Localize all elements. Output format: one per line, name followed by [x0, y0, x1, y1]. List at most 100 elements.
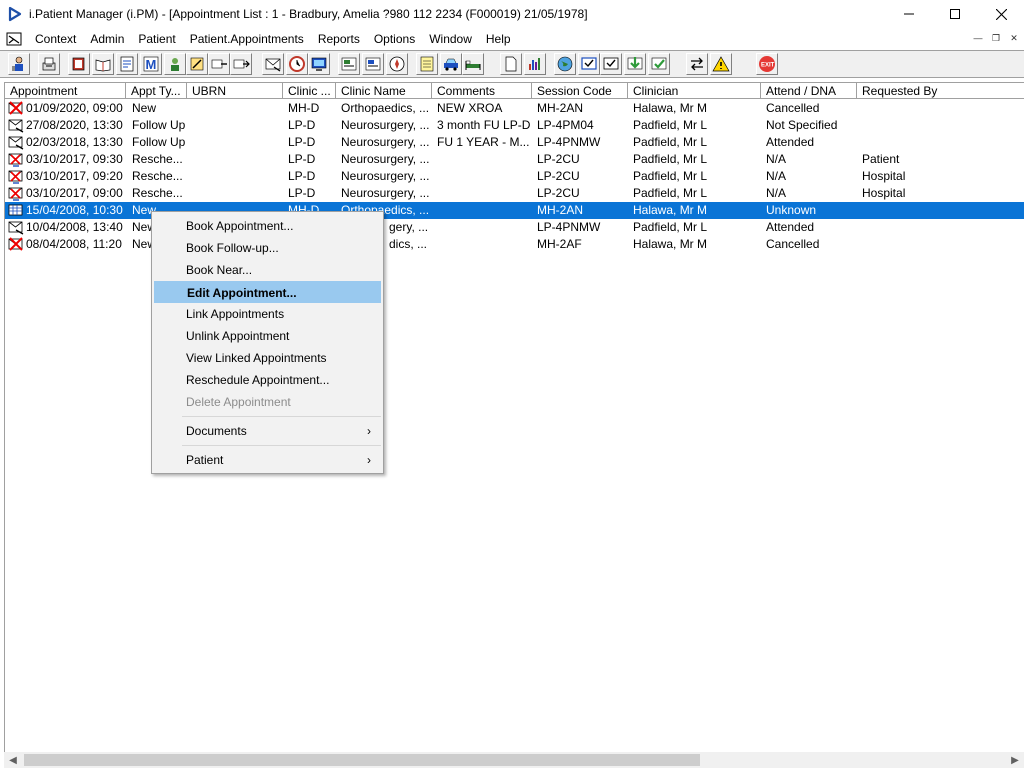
menu-admin[interactable]: Admin — [83, 29, 131, 49]
cell-appointment: 10/04/2008, 13:40 — [26, 220, 123, 234]
menu-help[interactable]: Help — [479, 29, 518, 49]
table-row[interactable]: 01/09/2020, 09:00 New MH-D Orthopaedics, ..… — [5, 100, 1024, 117]
table-row[interactable]: 02/03/2018, 13:30 Follow Up LP-D Neurosurge… — [5, 134, 1024, 151]
cell-appointment: 03/10/2017, 09:20 — [26, 169, 123, 183]
scroll-right-arrow-icon[interactable]: ▶ — [1008, 754, 1022, 766]
tb-card-button[interactable] — [338, 53, 360, 75]
close-button[interactable] — [978, 0, 1024, 28]
cell-comments — [437, 236, 532, 253]
note-icon — [120, 56, 134, 72]
tb-book-button[interactable] — [68, 53, 90, 75]
tb-exit-button[interactable]: EXIT — [756, 53, 778, 75]
tb-compass-button[interactable] — [386, 53, 408, 75]
ctx-menu-item-book-near[interactable]: Book Near... — [154, 259, 381, 281]
tb-card2-button[interactable] — [362, 53, 384, 75]
tb-transfer2-button[interactable] — [230, 53, 252, 75]
menu-patient-appointments[interactable]: Patient.Appointments — [183, 29, 311, 49]
col-session-code[interactable]: Session Code — [532, 83, 628, 99]
cell-session-code: LP-2CU — [537, 152, 580, 166]
document-window-icon[interactable] — [6, 31, 22, 47]
tb-warning-button[interactable] — [710, 53, 732, 75]
table-row[interactable]: 03/10/2017, 09:00 Resche... LP-D Neurosurge… — [5, 185, 1024, 202]
tb-edit-button[interactable] — [186, 53, 208, 75]
envelope-icon — [265, 58, 281, 72]
cell-clinician: Padfield, Mr L — [633, 220, 708, 234]
tb-globe-button[interactable] — [554, 53, 576, 75]
tb-check-doc-button[interactable] — [578, 53, 600, 75]
cell-comments: 3 month FU LP-D — [437, 118, 531, 132]
cell-appt-type: Follow Up — [132, 135, 186, 149]
scrollbar-thumb[interactable] — [24, 754, 700, 766]
cancelled-appointment-icon — [8, 101, 23, 115]
svg-text:M: M — [146, 57, 157, 72]
cell-session-code: LP-2CU — [537, 169, 580, 183]
tb-check-doc2-button[interactable] — [600, 53, 622, 75]
ctx-menu-item-edit-appointment[interactable]: Edit Appointment... — [154, 281, 381, 303]
ctx-menu-item-view-linked-appointments[interactable]: View Linked Appointments — [154, 347, 381, 369]
tb-bed-button[interactable] — [462, 53, 484, 75]
app-logo-icon — [8, 6, 22, 22]
tb-print-button[interactable] — [38, 53, 60, 75]
col-appointment[interactable]: Appointment — [5, 83, 126, 99]
tb-open-book-button[interactable] — [92, 53, 114, 75]
child-minimize-button[interactable]: — — [970, 31, 986, 45]
ctx-menu-item-unlink-appointment[interactable]: Unlink Appointment — [154, 325, 381, 347]
ctx-menu-item-patient[interactable]: Patient › — [154, 449, 381, 471]
tb-patient-button[interactable] — [8, 53, 30, 75]
cell-ubrn — [193, 134, 283, 151]
ctx-menu-item-book-appointment[interactable]: Book Appointment... — [154, 215, 381, 237]
col-ubrn[interactable]: UBRN — [187, 83, 283, 99]
col-clinic-name[interactable]: Clinic Name — [336, 83, 432, 99]
tb-note-button[interactable] — [116, 53, 138, 75]
ctx-menu-item-link-appointments[interactable]: Link Appointments — [154, 303, 381, 325]
menu-window[interactable]: Window — [422, 29, 479, 49]
green-arrow2-icon — [651, 57, 667, 70]
tb-notepad-button[interactable] — [416, 53, 438, 75]
col-clinic[interactable]: Clinic ... — [283, 83, 336, 99]
cell-session-code: LP-4PM04 — [537, 118, 594, 132]
cell-session-code: MH-2AN — [537, 203, 584, 217]
tb-person-card-button[interactable] — [164, 53, 186, 75]
table-row[interactable]: 03/10/2017, 09:20 Resche... LP-D Neurosurge… — [5, 168, 1024, 185]
col-appt-type[interactable]: Appt Ty... — [126, 83, 187, 99]
cell-clinic: LP-D — [288, 135, 316, 149]
child-restore-button[interactable]: ❐ — [988, 31, 1004, 45]
table-row[interactable]: 27/08/2020, 13:30 Follow Up LP-D Neurosurge… — [5, 117, 1024, 134]
tb-chart-button[interactable] — [524, 53, 546, 75]
menu-patient[interactable]: Patient — [131, 29, 182, 49]
tb-car-button[interactable] — [440, 53, 462, 75]
ctx-menu-item-label: Delete Appointment — [186, 395, 291, 409]
tb-envelope-button[interactable] — [262, 53, 284, 75]
col-requested-by[interactable]: Requested By — [857, 83, 1024, 99]
tb-transfer-button[interactable] — [208, 53, 230, 75]
document-icon — [505, 56, 517, 72]
col-attend-dna[interactable]: Attend / DNA — [761, 83, 857, 99]
ctx-menu-item-label: Unlink Appointment — [186, 329, 290, 343]
transfer2-icon — [233, 59, 250, 69]
horizontal-scrollbar[interactable]: ◀ ▶ — [4, 752, 1024, 768]
maximize-button[interactable] — [932, 0, 978, 28]
scroll-left-arrow-icon[interactable]: ◀ — [6, 754, 20, 766]
tb-green-arrow-button[interactable] — [624, 53, 646, 75]
cell-requested-by — [862, 117, 1022, 134]
tb-swap-button[interactable] — [686, 53, 708, 75]
ctx-menu-item-book-follow-up[interactable]: Book Follow-up... — [154, 237, 381, 259]
menu-context[interactable]: Context — [28, 29, 83, 49]
cell-requested-by: Patient — [862, 152, 900, 166]
tb-m-button[interactable]: M — [140, 53, 162, 75]
ctx-menu-item-documents[interactable]: Documents › — [154, 420, 381, 442]
col-clinician[interactable]: Clinician — [628, 83, 761, 99]
cell-attend: N/A — [766, 169, 787, 183]
menu-options[interactable]: Options — [367, 29, 422, 49]
appointment-envelope-icon — [8, 119, 24, 133]
tb-clock-button[interactable] — [286, 53, 308, 75]
tb-green-arrow2-button[interactable] — [648, 53, 670, 75]
tb-monitor-button[interactable] — [308, 53, 330, 75]
minimize-button[interactable] — [886, 0, 932, 28]
tb-document-button[interactable] — [500, 53, 522, 75]
col-comments[interactable]: Comments — [432, 83, 532, 99]
menu-reports[interactable]: Reports — [311, 29, 367, 49]
child-close-button[interactable]: ✕ — [1006, 31, 1022, 45]
table-row[interactable]: 03/10/2017, 09:30 Resche... LP-D Neurosurge… — [5, 151, 1024, 168]
ctx-menu-item-reschedule-appointment[interactable]: Reschedule Appointment... — [154, 369, 381, 391]
